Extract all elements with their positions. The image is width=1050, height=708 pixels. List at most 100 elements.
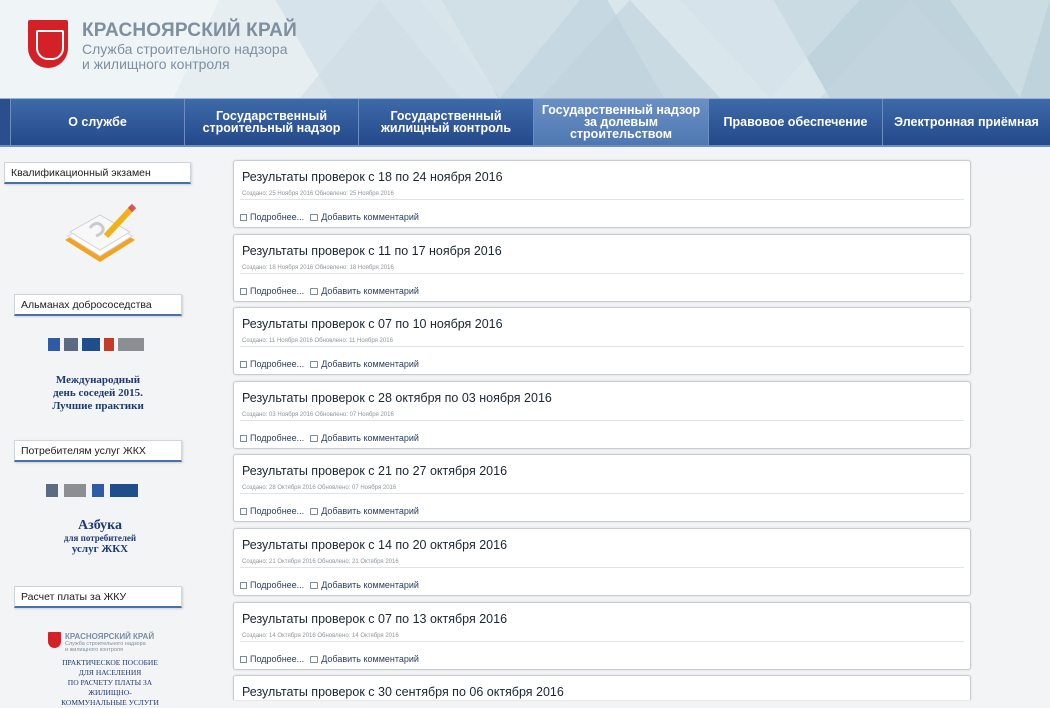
add-comment-link[interactable]: Добавить комментарий: [321, 286, 419, 296]
read-more-link[interactable]: Подробнее...: [250, 433, 304, 443]
party-logo-icon: [92, 484, 104, 497]
comment-icon: [310, 287, 319, 295]
ministry-logo-icon: [82, 338, 100, 351]
almanac-banner-line3: Лучшие практики: [52, 400, 144, 412]
plus-box-icon: [240, 581, 247, 589]
payment-guide-banner[interactable]: КРАСНОЯРСКИЙ КРАЙ Служба строительного н…: [48, 632, 154, 653]
read-more-link[interactable]: Подробнее...: [250, 286, 304, 296]
article-card: Результаты проверок с 07 по 13 октября 2…: [233, 602, 971, 670]
sidebar-heading-payment[interactable]: Расчет платы за ЖКУ: [14, 586, 182, 608]
article-title[interactable]: Результаты проверок с 21 по 27 октября 2…: [242, 464, 507, 478]
sidebar-heading-almanac[interactable]: Альманах добрососедства: [14, 294, 182, 316]
divider: [240, 273, 964, 274]
nav-item-reception[interactable]: Электронная приёмная: [883, 99, 1050, 145]
article-title[interactable]: Результаты проверок с 18 по 24 ноября 20…: [242, 170, 503, 184]
article-meta: Создано: 21 Октября 2016 Обновлено: 21 О…: [242, 559, 399, 565]
article-title[interactable]: Результаты проверок с 30 сентября по 06 …: [242, 685, 564, 699]
logo[interactable]: КРАСНОЯРСКИЙ КРАЙ Служба строительного н…: [28, 20, 297, 72]
emblem-logo-icon: [64, 338, 78, 351]
site-header: КРАСНОЯРСКИЙ КРАЙ Служба строительного н…: [0, 0, 1050, 98]
almanac-banner[interactable]: Международный день соседей 2015. Лучшие …: [30, 374, 166, 413]
article-title[interactable]: Результаты проверок с 11 по 17 ноября 20…: [242, 244, 502, 258]
read-more-link[interactable]: Подробнее...: [250, 654, 304, 664]
article-title[interactable]: Результаты проверок с 14 по 20 октября 2…: [242, 538, 507, 552]
comment-icon: [310, 434, 319, 442]
comment-icon: [310, 507, 319, 515]
main-nav: О службе Государственный строительный на…: [0, 98, 1050, 147]
article-card: Результаты проверок с 30 сентября по 06 …: [233, 675, 971, 700]
divider: [240, 567, 964, 568]
almanac-logos: [48, 338, 144, 351]
read-more-link[interactable]: Подробнее...: [250, 359, 304, 369]
payment-guide-line3: ПО РАСЧЕТУ ПЛАТЫ ЗА: [67, 678, 153, 687]
comment-icon: [310, 581, 319, 589]
payment-guide-line4: ЖИЛИЩНО-: [88, 688, 132, 697]
payment-guide-text: ПРАКТИЧЕСКОЕ ПОСОБИЕ ДЛЯ НАСЕЛЕНИЯ ПО РА…: [40, 658, 180, 708]
consumer-banner-title: Азбука: [77, 518, 123, 533]
sidebar-heading-exam[interactable]: Квалификационный экзамен: [4, 162, 191, 184]
read-more-link[interactable]: Подробнее...: [250, 506, 304, 516]
comment-icon: [310, 360, 319, 368]
article-meta: Создано: 25 Ноября 2016 Обновлено: 25 Но…: [242, 191, 394, 197]
add-comment-link[interactable]: Добавить комментарий: [321, 506, 419, 516]
emblem-logo-icon: [46, 484, 58, 497]
article-title[interactable]: Результаты проверок с 07 по 10 ноября 20…: [242, 317, 503, 331]
service-name-line1: Служба строительного надзора: [82, 41, 288, 57]
comment-icon: [310, 213, 319, 221]
read-more-link[interactable]: Подробнее...: [250, 580, 304, 590]
party-logo-icon: [48, 338, 60, 351]
plus-box-icon: [240, 507, 247, 515]
divider: [240, 420, 964, 421]
article-card: Результаты проверок с 21 по 27 октября 2…: [233, 454, 971, 522]
nav-item-shared-construction[interactable]: Государственный надзор за долевым строит…: [534, 99, 709, 145]
nav-item-legal[interactable]: Правовое обеспечение: [709, 99, 883, 145]
nav-item-construction-supervision[interactable]: Государственный строительный надзор: [185, 99, 359, 145]
consumer-banner[interactable]: Азбука для потребителей услуг ЖКХ: [40, 518, 160, 555]
fund-logo-icon: [118, 338, 144, 351]
article-meta: Создано: 14 Октября 2016 Обновлено: 14 О…: [242, 633, 399, 639]
article-meta: Создано: 28 Октября 2016 Обновлено: 07 Н…: [242, 485, 397, 491]
article-card: Результаты проверок с 11 по 17 ноября 20…: [233, 234, 971, 302]
article-meta: Создано: 18 Ноября 2016 Обновлено: 18 Но…: [242, 265, 394, 271]
exam-notepad-icon[interactable]: [60, 200, 140, 270]
add-comment-link[interactable]: Добавить комментарий: [321, 359, 419, 369]
plus-box-icon: [240, 360, 247, 368]
sidebar-heading-consumers[interactable]: Потребителям услуг ЖКХ: [14, 440, 182, 462]
coat-of-arms-icon: [48, 632, 61, 648]
consumer-banner-line2: для потребителей: [63, 533, 137, 543]
add-comment-link[interactable]: Добавить комментарий: [321, 654, 419, 664]
payment-guide-line2: ДЛЯ НАСЕЛЕНИЯ: [78, 668, 142, 677]
nav-item-housing-control[interactable]: Государственный жилищный контроль: [359, 99, 534, 145]
plus-box-icon: [240, 287, 247, 295]
read-more-link[interactable]: Подробнее...: [250, 212, 304, 222]
add-comment-link[interactable]: Добавить комментарий: [321, 580, 419, 590]
plus-box-icon: [240, 434, 247, 442]
divider: [240, 346, 964, 347]
ministry-logo-icon: [64, 484, 86, 497]
comment-icon: [310, 655, 319, 663]
header-pattern: [300, 0, 1050, 98]
article-title[interactable]: Результаты проверок с 28 октября по 03 н…: [242, 391, 552, 405]
payment-guide-line1: ПРАКТИЧЕСКОЕ ПОСОБИЕ: [62, 658, 158, 667]
article-title[interactable]: Результаты проверок с 07 по 13 октября 2…: [242, 612, 507, 626]
plus-box-icon: [240, 213, 247, 221]
article-meta: Создано: 11 Ноября 2016 Обновлено: 11 Но…: [242, 338, 393, 344]
article-card: Результаты проверок с 14 по 20 октября 2…: [233, 528, 971, 596]
divider: [240, 199, 964, 200]
payment-banner-service2: и жилищного контроля: [65, 647, 123, 653]
nav-item-about[interactable]: О службе: [10, 99, 185, 145]
divider: [240, 641, 964, 642]
plus-box-icon: [240, 655, 247, 663]
coat-of-arms-icon: [28, 20, 68, 68]
add-comment-link[interactable]: Добавить комментарий: [321, 212, 419, 222]
service-name-line2: и жилищного контроля: [82, 56, 230, 72]
almanac-banner-line2: день соседей 2015.: [53, 387, 143, 399]
consumer-logos: [46, 484, 138, 497]
divider: [240, 493, 964, 494]
house-logo-icon: [110, 484, 138, 497]
article-card: Результаты проверок с 18 по 24 ноября 20…: [233, 160, 971, 228]
article-card: Результаты проверок с 28 октября по 03 н…: [233, 381, 971, 449]
region-title: КРАСНОЯРСКИЙ КРАЙ: [82, 20, 297, 41]
add-comment-link[interactable]: Добавить комментарий: [321, 433, 419, 443]
article-meta: Создано: 03 Ноября 2016 Обновлено: 07 Но…: [242, 412, 394, 418]
